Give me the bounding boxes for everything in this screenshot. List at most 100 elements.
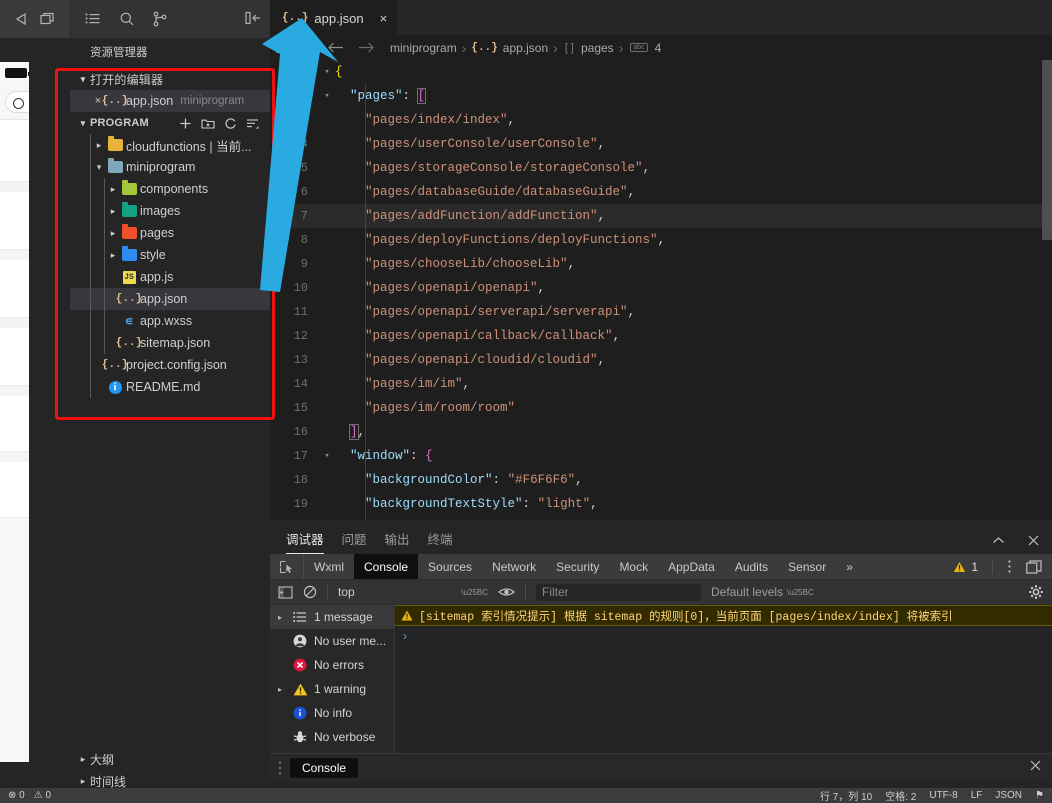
back-arrow-icon[interactable] (327, 41, 345, 54)
filter-input[interactable]: Filter (536, 583, 701, 601)
warning-count-badge[interactable]: 1 (953, 560, 978, 574)
devtools-tab-wxml[interactable]: Wxml (304, 554, 354, 579)
fold-chevron-icon[interactable]: ▾ (319, 67, 335, 77)
console-sidebar-item[interactable]: No errors (270, 653, 394, 677)
code-line[interactable]: 8 "pages/deployFunctions/deployFunctions… (270, 228, 1052, 252)
console-sidebar-item[interactable]: No verbose (270, 725, 394, 749)
new-folder-icon[interactable] (201, 117, 215, 130)
feedback-icon[interactable]: ⚑ (1035, 790, 1044, 801)
close-icon[interactable]: × (380, 11, 388, 26)
simulator-icon[interactable] (40, 12, 56, 26)
panel-tab-调试器[interactable]: 调试器 (286, 529, 324, 554)
code-line[interactable]: 15 "pages/im/room/room" (270, 396, 1052, 420)
console-output[interactable]: [sitemap 索引情况提示] 根据 sitemap 的规则[0]，当前页面 … (395, 605, 1052, 753)
code-line[interactable]: 18 "backgroundColor": "#F6F6F6", (270, 468, 1052, 492)
code-line[interactable]: 11 "pages/openapi/serverapi/serverapi", (270, 300, 1052, 324)
collapse-all-icon[interactable] (246, 117, 260, 130)
eol[interactable]: LF (971, 790, 983, 801)
encoding[interactable]: UTF-8 (929, 790, 957, 801)
live-expression-icon[interactable] (498, 586, 515, 598)
search-icon[interactable] (119, 11, 135, 27)
errors-indicator[interactable]: ⊗ 0 (8, 790, 25, 801)
console-sidebar-item[interactable]: No info (270, 701, 394, 725)
devtools-tab-mock[interactable]: Mock (609, 554, 658, 579)
devtools-tab-security[interactable]: Security (546, 554, 609, 579)
breadcrumb-item-pages[interactable]: pages (581, 41, 614, 55)
language-mode[interactable]: JSON (995, 790, 1022, 801)
console-sidebar-item[interactable]: ▸ 1 message (270, 605, 394, 629)
breadcrumb-item-miniprogram[interactable]: miniprogram (390, 41, 457, 55)
tree-item-app-wxss[interactable]: ∊ app.wxss (70, 310, 270, 332)
code-line[interactable]: 3 "pages/index/index", (270, 108, 1052, 132)
fold-chevron-icon[interactable]: ▾ (319, 451, 335, 461)
forward-arrow-icon[interactable] (357, 41, 375, 54)
more-vertical-icon[interactable] (1007, 559, 1012, 574)
code-line[interactable]: 7 "pages/addFunction/addFunction", (270, 204, 1052, 228)
console-sidebar-item[interactable]: ▸ 1 warning (270, 677, 394, 701)
editor-scrollbar[interactable] (1042, 60, 1052, 500)
menu-list-icon[interactable] (85, 12, 101, 26)
console-sidebar-icon[interactable] (278, 585, 293, 599)
new-file-icon[interactable] (179, 117, 192, 130)
indentation[interactable]: 空格: 2 (885, 788, 916, 803)
code-line[interactable]: 2 ▾ "pages": [ (270, 84, 1052, 108)
panel-tab-输出[interactable]: 输出 (385, 529, 410, 554)
tree-item-style[interactable]: style (70, 244, 270, 266)
console-sidebar-item[interactable]: No user me... (270, 629, 394, 653)
chevron-up-icon[interactable] (992, 534, 1005, 547)
outline-list-icon[interactable] (276, 41, 291, 54)
devtools-tab-audits[interactable]: Audits (725, 554, 778, 579)
play-icon[interactable] (14, 12, 29, 26)
code-line[interactable]: 19 "backgroundTextStyle": "light", (270, 492, 1052, 516)
devtools-tab-appdata[interactable]: AppData (658, 554, 725, 579)
tree-item-readme-md[interactable]: i README.md (70, 376, 270, 398)
panel-tab-终端[interactable]: 终端 (428, 529, 453, 554)
scrollbar-thumb[interactable] (1042, 60, 1052, 240)
bookmark-icon[interactable] (303, 40, 315, 55)
inspect-element-icon[interactable] (270, 554, 304, 579)
project-header[interactable]: PROGRAM (70, 112, 270, 134)
console-message-warning[interactable]: [sitemap 索引情况提示] 根据 sitemap 的规则[0]，当前页面 … (395, 605, 1052, 626)
breadcrumb-item-index[interactable]: 4 (655, 41, 662, 55)
chevron-right-icon[interactable]: ▸ (274, 685, 286, 694)
open-editor-item-app-json[interactable]: × {..} app.json miniprogram (70, 90, 270, 112)
tree-item-cloudfunctions[interactable]: cloudfunctions | 当前... (70, 134, 270, 156)
code-line[interactable]: 5 "pages/storageConsole/storageConsole", (270, 156, 1052, 180)
drawer-tab-console[interactable]: Console (290, 757, 359, 778)
code-line[interactable]: 12 "pages/openapi/callback/callback", (270, 324, 1052, 348)
console-input-prompt[interactable]: › (395, 626, 1052, 646)
breadcrumb-item-app-json[interactable]: app.json (503, 41, 548, 55)
tree-item-images[interactable]: images (70, 200, 270, 222)
settings-gear-icon[interactable] (1028, 584, 1044, 600)
execution-context-select[interactable]: top \u25BC (338, 585, 488, 599)
refresh-icon[interactable] (224, 117, 237, 130)
warnings-indicator[interactable]: ⚠ 0 (34, 790, 51, 801)
close-icon[interactable] (1027, 534, 1040, 547)
tree-item-pages[interactable]: pages (70, 222, 270, 244)
code-line[interactable]: 13 "pages/openapi/cloudid/cloudid", (270, 348, 1052, 372)
tree-item-sitemap-json[interactable]: {..} sitemap.json (70, 332, 270, 354)
source-control-icon[interactable] (153, 11, 167, 27)
open-editors-header[interactable]: 打开的编辑器 (70, 68, 270, 90)
tab-app-json[interactable]: {..} app.json × (270, 0, 398, 35)
code-line[interactable]: 16 ], (270, 420, 1052, 444)
chevron-right-icon[interactable]: ▸ (274, 613, 286, 622)
devtools-overflow[interactable]: » (836, 554, 863, 579)
tree-item-app-json[interactable]: {..} app.json (70, 288, 270, 310)
panel-tab-问题[interactable]: 问题 (342, 529, 367, 554)
tree-item-project-config-json[interactable]: {..} project.config.json (70, 354, 270, 376)
tree-item-app-js[interactable]: JS app.js (70, 266, 270, 288)
code-line[interactable]: 14 "pages/im/im", (270, 372, 1052, 396)
code-line[interactable]: 17 ▾ "window": { (270, 444, 1052, 468)
clear-console-icon[interactable] (303, 585, 317, 599)
dock-side-icon[interactable] (1026, 559, 1042, 574)
code-line[interactable]: 9 "pages/chooseLib/chooseLib", (270, 252, 1052, 276)
devtools-tab-network[interactable]: Network (482, 554, 546, 579)
collapse-sidebar-icon[interactable] (245, 11, 262, 25)
tree-item-components[interactable]: components (70, 178, 270, 200)
devtools-tab-console[interactable]: Console (354, 554, 419, 579)
outline-panel-header[interactable]: 大纲 (70, 748, 270, 770)
fold-chevron-icon[interactable]: ▾ (319, 91, 335, 101)
code-editor[interactable]: 1 ▾{2 ▾ "pages": [3 "pages/index/index", 4 … (270, 60, 1052, 520)
code-line[interactable]: 4 "pages/userConsole/userConsole", (270, 132, 1052, 156)
